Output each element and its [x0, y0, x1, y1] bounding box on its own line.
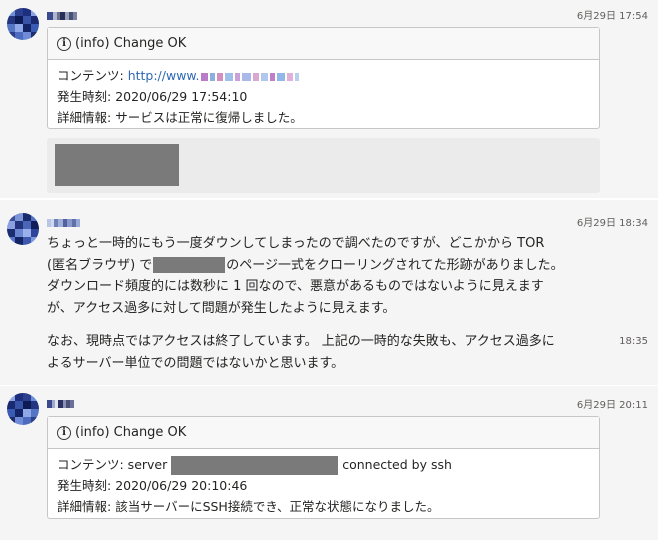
message-body: ちょっと一時的にもう一度ダウンしてしまったので調べたのですが、どこかから TOR…: [47, 236, 564, 316]
timestamp: 6月29日 17:54: [576, 11, 648, 22]
sender-name[interactable]: [47, 215, 80, 229]
detail-row: 詳細情報: サービスは正常に復帰しました。: [57, 110, 303, 125]
card-body: コンテンツ: server connected by ssh 発生時刻: 202…: [48, 449, 599, 522]
card-title: (info) Change OK: [75, 425, 187, 440]
info-icon: i: [57, 425, 71, 440]
message-1: 6月29日 17:54 i (info) Change OK コンテンツ: ht…: [0, 0, 658, 198]
redacted-text: [153, 257, 226, 273]
attachment-preview[interactable]: [47, 138, 600, 193]
redacted-text: [171, 456, 339, 475]
timestamp: 6月29日 20:11: [576, 400, 648, 411]
avatar[interactable]: [7, 393, 39, 425]
card-header: i (info) Change OK: [48, 28, 599, 60]
card-header: i (info) Change OK: [48, 417, 599, 449]
occurred-row: 発生時刻: 2020/06/29 17:54:10: [57, 89, 248, 104]
occurred-row: 発生時刻: 2020/06/29 20:10:46: [57, 478, 248, 493]
info-icon: i: [57, 36, 71, 51]
sender-name[interactable]: [47, 8, 77, 22]
card-body: コンテンツ: http://www. 発生時刻: 2020/06/29 17:5…: [48, 60, 599, 133]
sender-name[interactable]: [47, 396, 74, 410]
followup-timestamp: 18:35: [619, 336, 648, 347]
redacted-image: [55, 144, 179, 186]
message-2: 6月29日 18:34 ちょっと一時的にもう一度ダウンしてしまったので調べたので…: [0, 200, 658, 385]
detail-row: 詳細情報: 該当サーバーにSSH接続でき、正常な状態になりました。: [57, 499, 440, 514]
card-title: (info) Change OK: [75, 36, 187, 51]
content-link[interactable]: http://www.: [128, 68, 200, 83]
message-3: 6月29日 20:11 i (info) Change OK コンテンツ: se…: [0, 386, 658, 540]
avatar[interactable]: [7, 213, 39, 245]
message-body-followup: なお、現時点ではアクセスは終了しています。 上記の一時的な失敗も、アクセス過多に…: [47, 334, 555, 371]
notification-card: i (info) Change OK コンテンツ: server connect…: [47, 416, 600, 519]
avatar[interactable]: [7, 8, 39, 40]
timestamp: 6月29日 18:34: [576, 218, 648, 229]
notification-card: i (info) Change OK コンテンツ: http://www. 発生…: [47, 27, 600, 129]
content-row: コンテンツ: server connected by ssh: [57, 454, 590, 475]
content-row: コンテンツ: http://www.: [57, 65, 590, 86]
